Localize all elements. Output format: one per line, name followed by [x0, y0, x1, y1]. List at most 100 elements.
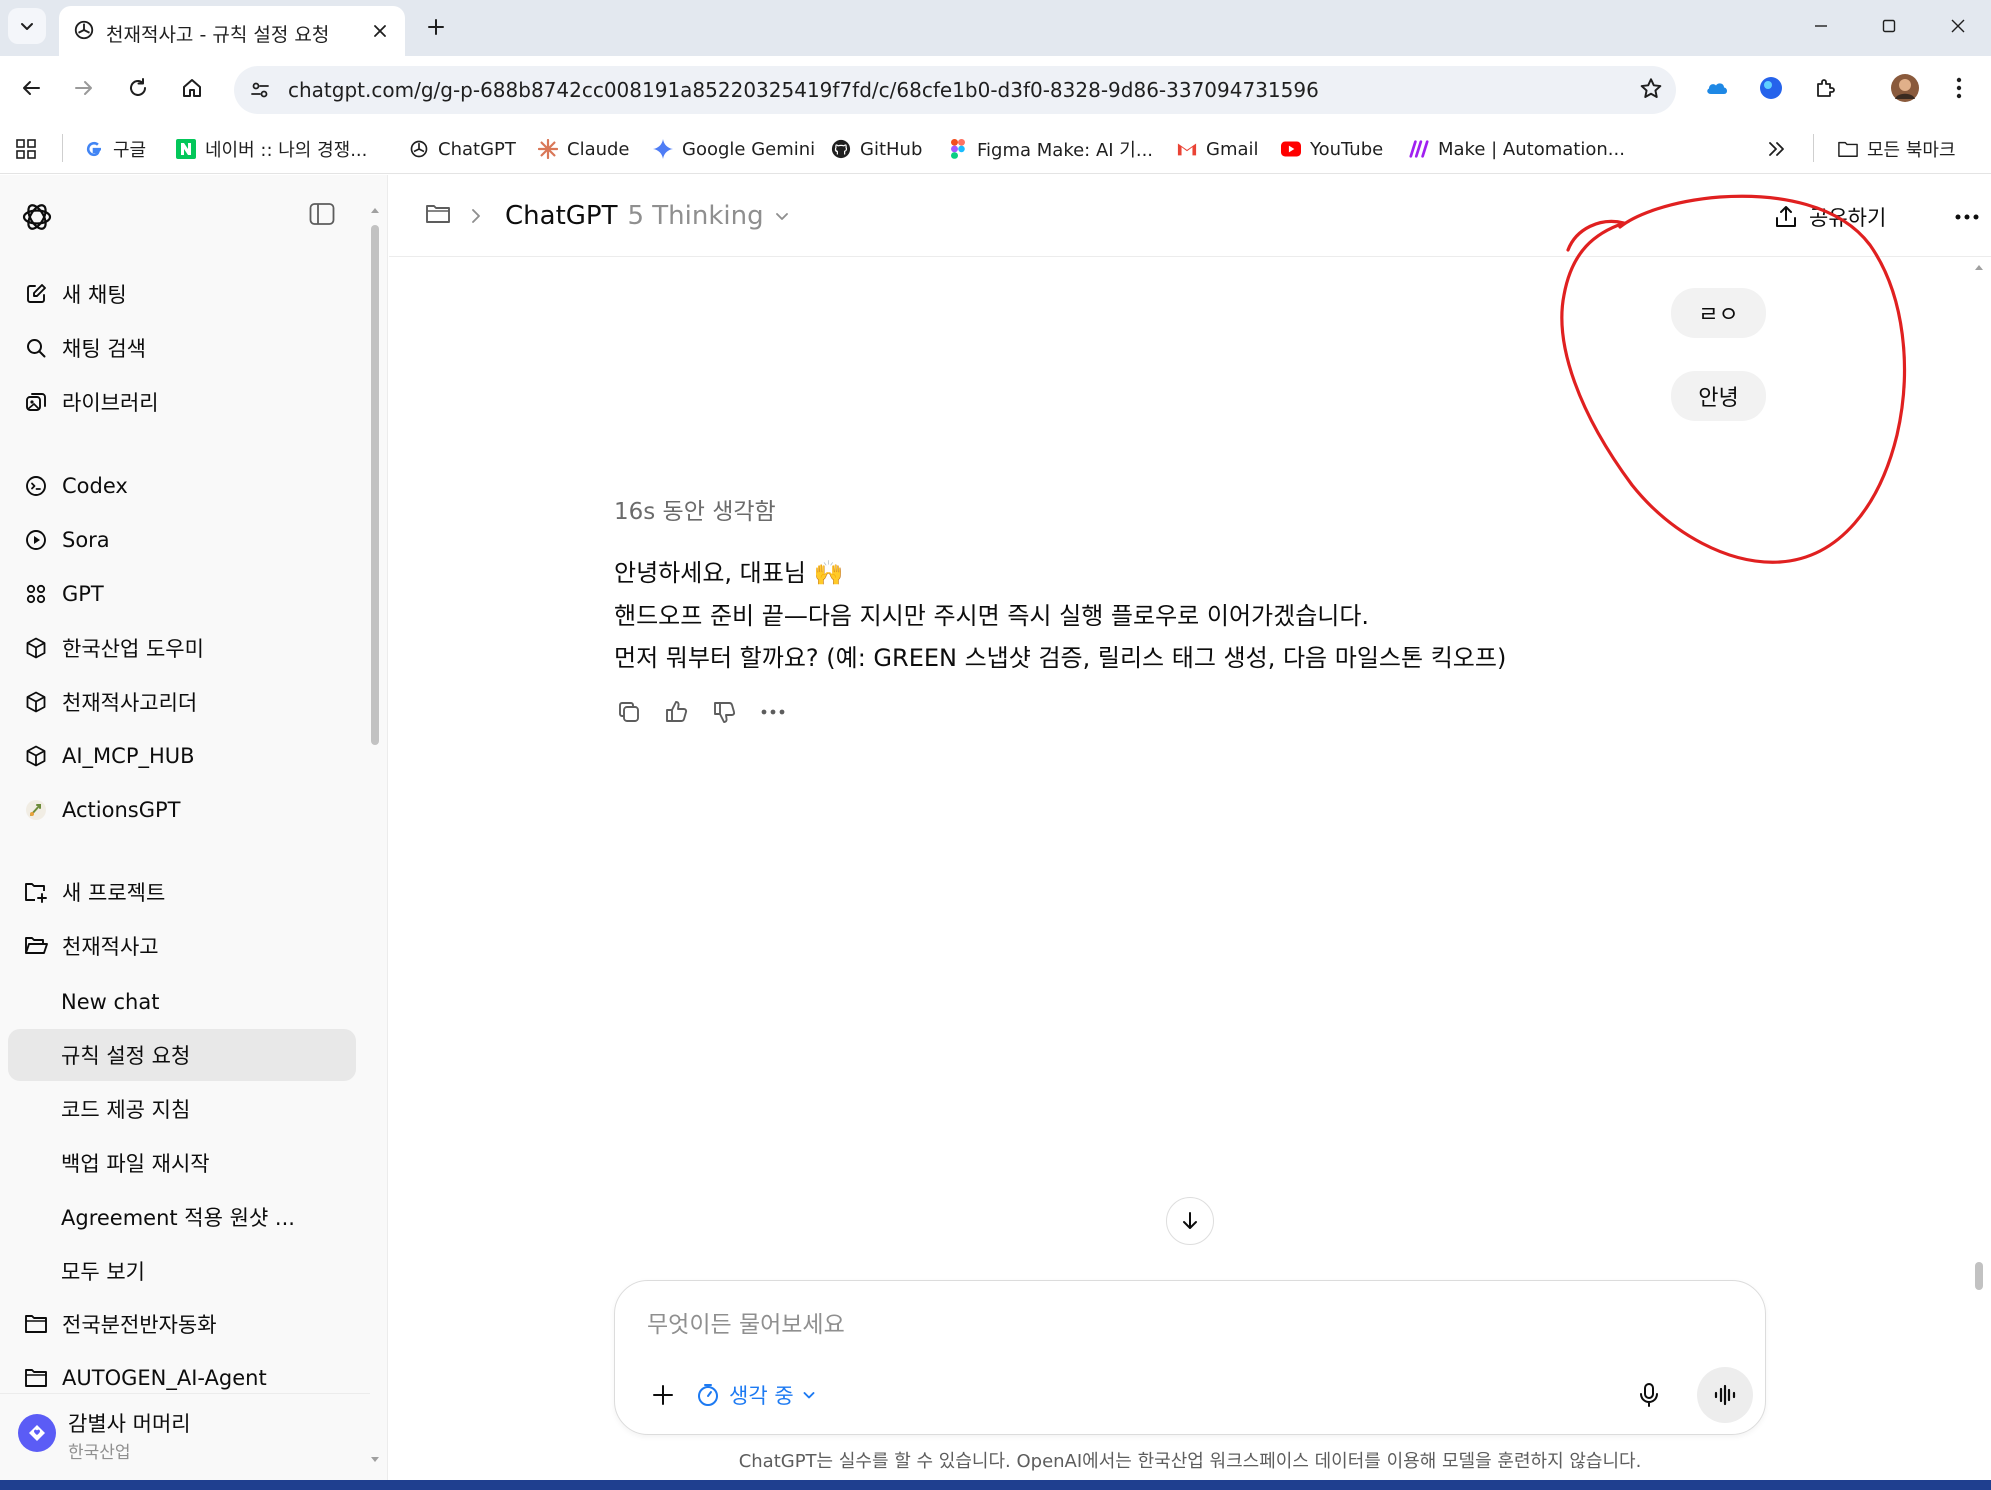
red-annotation-circle [1560, 194, 1907, 564]
more-actions-button[interactable] [755, 694, 791, 730]
sidebar-item-label: AI_MCP_HUB [62, 744, 195, 768]
library-icon [22, 388, 50, 416]
thinking-duration-toggle[interactable]: 16s 동안 생각함 [614, 492, 776, 526]
sidebar-item-library[interactable]: 라이브러리 [8, 377, 356, 427]
gemini-icon [653, 139, 673, 159]
profile-sync-extension-icon[interactable] [1753, 70, 1789, 106]
chatgpt-favicon-icon [73, 19, 95, 41]
url-text[interactable]: chatgpt.com/g/g-p-688b8742cc008191a85220… [288, 78, 1319, 102]
sidebar-item-gpt-ai-mcp-hub[interactable]: AI_MCP_HUB [8, 731, 356, 781]
copy-button[interactable] [611, 694, 647, 730]
browser-profile-avatar[interactable] [1887, 70, 1923, 106]
assistant-reply-line: 안녕하세요, 대표님 🙌 [614, 559, 844, 587]
prompt-input[interactable] [647, 1305, 1727, 1345]
chevron-down-icon [775, 213, 788, 220]
project-chat-backup-restart[interactable]: 백업 파일 재시작 [8, 1137, 356, 1189]
all-bookmarks-folder[interactable]: 모든 북마크 [1838, 133, 1956, 165]
sidebar-scrollbar[interactable] [369, 205, 381, 1465]
back-button[interactable] [11, 68, 51, 108]
sidebar-item-project-panel-automation[interactable]: 전국분전반자동화 [8, 1299, 356, 1349]
bookmark-github[interactable]: GitHub [831, 133, 922, 165]
bookmark-label: Figma Make: AI 기... [977, 140, 1154, 161]
bookmark-figma[interactable]: Figma Make: AI 기... [948, 133, 1153, 165]
scroll-up-arrow-icon[interactable] [1973, 262, 1985, 272]
attach-button[interactable] [643, 1375, 683, 1415]
project-folder-icon[interactable] [425, 203, 451, 225]
thumbs-down-button[interactable] [707, 694, 743, 730]
browser-tab-active[interactable]: 천재적사고 - 규칙 설정 요청 [59, 6, 405, 56]
main-scrollbar[interactable] [1972, 262, 1986, 1472]
bookmark-make[interactable]: Make | Automation... [1409, 133, 1625, 165]
bookmark-gmail[interactable]: Gmail [1177, 133, 1259, 165]
voice-mode-button[interactable] [1697, 1367, 1753, 1423]
project-chat-code-guidelines[interactable]: 코드 제공 지침 [8, 1083, 356, 1135]
sidebar-item-gpt-genius-leader[interactable]: 천재적사고리더 [8, 677, 356, 727]
bookmark-youtube[interactable]: YouTube [1281, 133, 1383, 165]
home-button[interactable] [172, 68, 212, 108]
project-chat-rule-setting-active[interactable]: 규칙 설정 요청 [8, 1029, 356, 1081]
tab-close-icon[interactable] [367, 18, 393, 44]
more-horizontal-icon [761, 709, 785, 715]
more-horizontal-icon [1955, 214, 1979, 220]
sidebar-item-gpt-hanguk[interactable]: 한국산업 도우미 [8, 623, 356, 673]
sidebar-item-new-project[interactable]: 새 프로젝트 [8, 867, 356, 917]
make-icon [1409, 139, 1429, 159]
thinking-mode-selector[interactable]: 생각 중 [695, 1375, 816, 1415]
sidebar-item-codex[interactable]: Codex [8, 461, 356, 511]
maximize-window-button[interactable] [1867, 8, 1911, 44]
bookmark-gemini[interactable]: Google Gemini [653, 133, 815, 165]
breadcrumb-chevron-icon [469, 207, 483, 225]
project-chat-new-chat[interactable]: New chat [8, 976, 356, 1028]
conversation-options-button[interactable] [1949, 199, 1985, 235]
sidebar-item-gpt[interactable]: GPT [8, 569, 356, 619]
reload-button[interactable] [118, 68, 158, 108]
bookmark-naver[interactable]: 네이버 :: 나의 경쟁... [176, 133, 367, 165]
bookmark-chatgpt[interactable]: ChatGPT [409, 133, 516, 165]
address-bar[interactable]: chatgpt.com/g/g-p-688b8742cc008191a85220… [234, 66, 1676, 114]
site-info-icon[interactable] [244, 74, 276, 106]
thumbs-up-button[interactable] [659, 694, 695, 730]
apps-grid-icon[interactable] [14, 133, 38, 165]
close-window-button[interactable] [1936, 8, 1980, 44]
openai-logo-icon[interactable] [20, 200, 54, 234]
forward-button[interactable] [64, 68, 104, 108]
chatgpt-icon [409, 139, 429, 159]
scroll-to-bottom-button[interactable] [1166, 1197, 1214, 1245]
extensions-puzzle-icon[interactable] [1808, 70, 1844, 106]
sidebar-item-label: 채팅 검색 [62, 337, 146, 361]
bookmark-google[interactable]: 구글 [84, 133, 146, 165]
scroll-down-arrow-icon[interactable] [369, 1455, 381, 1465]
cube-icon [22, 634, 50, 662]
sidebar-item-project-genius[interactable]: 천재적사고 [8, 921, 356, 971]
project-see-all-link[interactable]: 모두 보기 [8, 1245, 356, 1297]
sidebar-item-label: 새 프로젝트 [62, 881, 166, 905]
bookmark-star-icon[interactable] [1638, 76, 1664, 102]
dictation-button[interactable] [1629, 1375, 1669, 1415]
minimize-window-button[interactable] [1799, 8, 1843, 44]
project-chat-agreement[interactable]: Agreement 적용 원샷 ... [8, 1191, 356, 1243]
sidebar-scroll-thumb[interactable] [371, 225, 379, 745]
new-tab-button[interactable] [420, 11, 452, 43]
toggle-sidebar-button[interactable] [309, 202, 335, 226]
model-selector[interactable]: ChatGPT 5 Thinking [505, 197, 790, 235]
bookmark-claude[interactable]: Claude [538, 133, 630, 165]
tab-search-button[interactable] [8, 8, 46, 44]
scroll-up-arrow-icon[interactable] [369, 205, 381, 215]
browser-menu-icon[interactable] [1941, 70, 1977, 106]
user-profile-menu[interactable]: 감별사 머머리 한국산업 [0, 1393, 370, 1473]
sidebar-item-search-chats[interactable]: 채팅 검색 [8, 323, 356, 373]
onedrive-extension-icon[interactable] [1699, 70, 1735, 106]
microphone-icon [1640, 1383, 1658, 1407]
more-bookmarks-chevron-icon[interactable] [1768, 133, 1786, 165]
chevron-down-icon [21, 23, 33, 30]
sidebar-item-sora[interactable]: Sora [8, 515, 356, 565]
assistant-reply-line: 핸드오프 준비 끝—다음 지시만 주시면 즉시 실행 플로우로 이어가겠습니다. [614, 602, 1370, 630]
claude-icon [538, 139, 558, 159]
sidebar-item-new-chat[interactable]: 새 채팅 [8, 269, 356, 319]
bookmark-label: Make | Automation... [1438, 138, 1625, 160]
search-icon [22, 334, 50, 362]
arrow-right-icon [75, 81, 92, 95]
copy-icon [619, 702, 639, 722]
main-scroll-thumb[interactable] [1975, 1262, 1983, 1290]
sidebar-item-gpt-actionsgpt[interactable]: ActionsGPT [8, 785, 356, 835]
